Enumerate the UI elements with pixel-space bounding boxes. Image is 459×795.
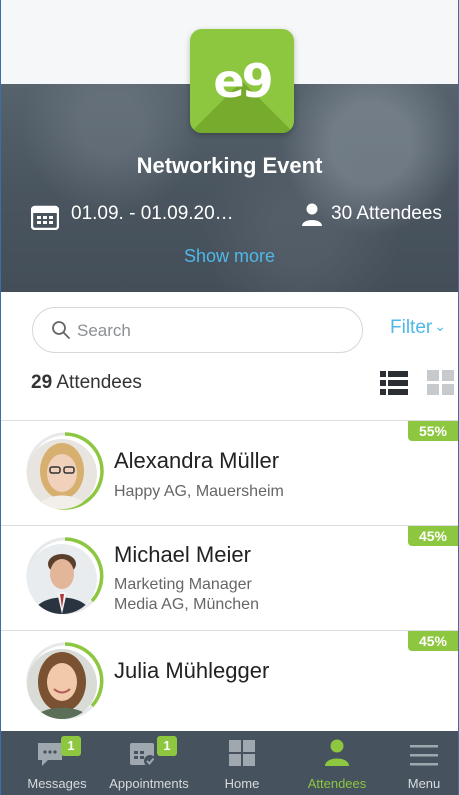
filter-label: Filter — [390, 317, 433, 338]
nav-menu-label: Menu — [407, 776, 441, 791]
nav-home-label: Home — [224, 776, 260, 791]
attendee-name: Michael Meier — [114, 542, 251, 567]
attendee-count: 29 Attendees — [31, 372, 142, 394]
bottom-nav: 1 Messages 1 Appointments Home Attendees… — [1, 731, 458, 795]
attendee-count-label: Attendees — [52, 372, 142, 393]
nav-messages[interactable]: 1 Messages — [15, 731, 99, 795]
show-more-link[interactable]: Show more — [1, 246, 458, 267]
search-input[interactable] — [77, 318, 347, 344]
attendee-company: Media AG, München — [114, 596, 259, 613]
nav-menu[interactable]: Menu — [393, 731, 455, 795]
search-icon — [52, 321, 70, 339]
messages-badge: 1 — [61, 736, 81, 756]
avatar — [27, 649, 97, 719]
event-logo-text: e9 — [213, 54, 273, 108]
list-item[interactable]: 45% Michael Meier Marketing Manager Medi… — [1, 526, 458, 630]
chevron-down-icon: ⌄ — [434, 318, 446, 334]
avatar — [27, 544, 97, 614]
grid-view-icon[interactable] — [427, 370, 455, 396]
list-item[interactable]: 45% Julia Mühlegger — [1, 631, 458, 735]
event-meta: 01.09. - 01.09.20… 30 Attendees — [31, 200, 458, 230]
attendee-count-number: 29 — [31, 372, 53, 393]
appointments-badge: 1 — [157, 736, 177, 756]
event-attendees-count: 30 Attendees — [331, 203, 442, 224]
filter-button[interactable]: Filter ⌄ — [390, 317, 446, 339]
calendar-check-icon — [130, 743, 156, 767]
attendee-title: Marketing Manager — [114, 576, 252, 593]
calendar-icon — [31, 205, 59, 230]
event-logo: e9 — [190, 29, 294, 133]
attendee-name: Alexandra Müller — [114, 448, 280, 473]
attendee-company: Happy AG, Mauersheim — [114, 483, 284, 500]
list-item[interactable]: 55% Alexandra Müller Happy AG, Mauershei… — [1, 421, 458, 525]
nav-appointments-label: Appointments — [109, 776, 189, 791]
nav-home[interactable]: Home — [207, 731, 277, 795]
nav-messages-label: Messages — [27, 776, 87, 791]
search-box[interactable] — [32, 307, 363, 353]
grid-icon — [229, 740, 255, 766]
match-badge: 45% — [408, 631, 458, 651]
person-icon — [325, 739, 349, 766]
avatar — [27, 439, 97, 509]
nav-attendees[interactable]: Attendees — [297, 731, 377, 795]
hamburger-menu-icon — [410, 745, 438, 766]
nav-attendees-label: Attendees — [307, 776, 367, 791]
person-icon — [302, 203, 322, 226]
list-view-icon[interactable] — [380, 370, 408, 396]
event-title: Networking Event — [136, 153, 323, 178]
nav-appointments[interactable]: 1 Appointments — [101, 731, 197, 795]
match-badge: 55% — [408, 421, 458, 441]
attendee-name: Julia Mühlegger — [114, 658, 270, 683]
match-badge: 45% — [408, 526, 458, 546]
app-frame: e9 Networking Event 01.09. - 01.09.20… 3… — [0, 0, 459, 795]
event-date: 01.09. - 01.09.20… — [71, 203, 234, 224]
